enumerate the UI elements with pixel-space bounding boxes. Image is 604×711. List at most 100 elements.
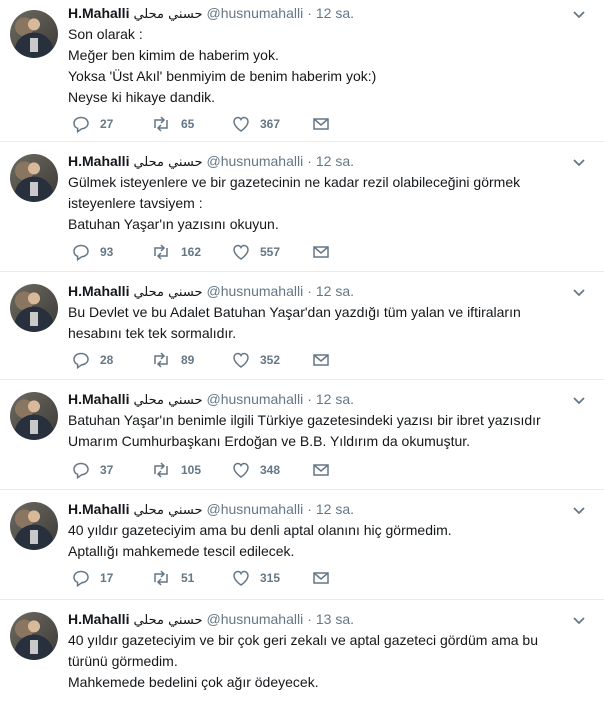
- tweet[interactable]: H.Mahalli حسني محلي @husnumahalli · 12 sa. G…: [0, 142, 604, 272]
- author-handle[interactable]: @husnumahalli: [207, 153, 304, 169]
- avatar[interactable]: [10, 10, 58, 58]
- author-name[interactable]: H.Mahalli: [68, 283, 129, 299]
- reply-icon: [73, 352, 89, 369]
- tweet[interactable]: H.Mahalli حسني محلي @husnumahalli · 12 sa. S…: [0, 0, 604, 142]
- retweet-button[interactable]: 65: [151, 114, 194, 134]
- envelope-icon: [313, 354, 329, 366]
- tweet-text: Gülmek isteyenlere ve bir gazetecinin ne…: [68, 174, 521, 232]
- retweet-button[interactable]: 51: [151, 568, 194, 588]
- chevron-down-icon[interactable]: [572, 506, 586, 516]
- author-arabic-name[interactable]: حسني محلي: [133, 7, 202, 22]
- tweet-header: H.Mahalli حسني محلي @husnumahalli · 12 sa.: [68, 390, 354, 410]
- tweet-header: H.Mahalli حسني محلي @husnumahalli · 12 sa.: [68, 282, 354, 302]
- author-arabic-name[interactable]: حسني محلي: [133, 155, 202, 170]
- author-arabic-name[interactable]: حسني محلي: [133, 503, 202, 518]
- reply-button[interactable]: 27: [72, 114, 113, 134]
- like-button[interactable]: 315: [232, 568, 280, 588]
- tweet-actions: 28 89 352: [72, 350, 372, 370]
- reply-icon: [73, 570, 89, 587]
- reply-count: 27: [100, 117, 114, 131]
- direct-message-button[interactable]: [312, 460, 330, 480]
- chevron-down-icon[interactable]: [572, 288, 586, 298]
- tweet[interactable]: H.Mahalli حسني محلي @husnumahalli · 12 sa. B…: [0, 272, 604, 380]
- retweet-count: 89: [181, 353, 195, 367]
- tweet-timestamp[interactable]: 12 sa.: [316, 501, 354, 517]
- author-arabic-name[interactable]: حسني محلي: [133, 285, 202, 300]
- author-name[interactable]: H.Mahalli: [68, 5, 129, 21]
- chevron-down-icon[interactable]: [572, 10, 586, 20]
- direct-message-button[interactable]: [312, 114, 330, 134]
- separator-dot: ·: [307, 153, 312, 169]
- author-handle[interactable]: @husnumahalli: [207, 5, 304, 21]
- separator-dot: ·: [307, 501, 312, 517]
- reply-button[interactable]: 28: [72, 350, 113, 370]
- retweet-button[interactable]: 162: [151, 242, 201, 262]
- chevron-down-icon[interactable]: [572, 396, 586, 406]
- retweet-icon: [154, 570, 168, 586]
- reply-icon: [73, 462, 89, 479]
- author-name[interactable]: H.Mahalli: [68, 611, 129, 627]
- author-handle[interactable]: @husnumahalli: [207, 283, 304, 299]
- avatar[interactable]: [10, 502, 58, 550]
- tweet-timestamp[interactable]: 12 sa.: [316, 153, 354, 169]
- tweet-timestamp[interactable]: 13 sa.: [316, 611, 354, 627]
- reply-button[interactable]: 17: [72, 568, 113, 588]
- tweet-actions: 93 162 557: [72, 242, 372, 262]
- retweet-button[interactable]: 89: [151, 350, 194, 370]
- tweet[interactable]: H.Mahalli حسني محلي @husnumahalli · 12 sa. 4…: [0, 490, 604, 600]
- tweet-timestamp[interactable]: 12 sa.: [316, 5, 354, 21]
- direct-message-button[interactable]: [312, 350, 330, 370]
- tweet-text: 40 yıldır gazeteciyim ve bir çok geri ze…: [68, 632, 539, 690]
- retweet-button[interactable]: 105: [151, 460, 201, 480]
- heart-icon: [233, 570, 249, 586]
- tweet-actions: 27 65 367: [72, 114, 372, 134]
- retweet-icon: [154, 244, 168, 260]
- heart-icon: [233, 244, 249, 260]
- author-name[interactable]: H.Mahalli: [68, 153, 129, 169]
- avatar[interactable]: [10, 392, 58, 440]
- reply-count: 37: [100, 463, 114, 477]
- envelope-icon: [313, 246, 329, 258]
- avatar[interactable]: [10, 612, 58, 660]
- like-count: 352: [260, 353, 281, 367]
- reply-count: 17: [100, 571, 114, 585]
- retweet-count: 162: [181, 245, 202, 259]
- author-handle[interactable]: @husnumahalli: [207, 611, 304, 627]
- tweet-text: Son olarak : Meğer ben kimim de haberim …: [68, 26, 377, 105]
- tweet-timestamp[interactable]: 12 sa.: [316, 391, 354, 407]
- separator-dot: ·: [307, 5, 312, 21]
- reply-count: 28: [100, 353, 114, 367]
- like-button[interactable]: 352: [232, 350, 280, 370]
- like-button[interactable]: 557: [232, 242, 280, 262]
- reply-button[interactable]: 93: [72, 242, 113, 262]
- tweet-timestamp[interactable]: 12 sa.: [316, 283, 354, 299]
- direct-message-button[interactable]: [312, 242, 330, 262]
- avatar[interactable]: [10, 154, 58, 202]
- author-arabic-name[interactable]: حسني محلي: [133, 393, 202, 408]
- chevron-down-icon[interactable]: [572, 158, 586, 168]
- tweet[interactable]: H.Mahalli حسني محلي @husnumahalli · 12 sa. B…: [0, 380, 604, 490]
- tweet-header: H.Mahalli حسني محلي @husnumahalli · 13 sa.: [68, 610, 354, 630]
- reply-icon: [73, 116, 89, 133]
- avatar[interactable]: [10, 284, 58, 332]
- heart-icon: [233, 352, 249, 368]
- retweet-count: 51: [181, 571, 195, 585]
- like-button[interactable]: 367: [232, 114, 280, 134]
- retweet-icon: [154, 116, 168, 132]
- author-name[interactable]: H.Mahalli: [68, 391, 129, 407]
- chevron-down-icon[interactable]: [572, 616, 586, 626]
- direct-message-button[interactable]: [312, 568, 330, 588]
- like-count: 367: [260, 117, 281, 131]
- author-arabic-name[interactable]: حسني محلي: [133, 613, 202, 628]
- tweet[interactable]: H.Mahalli حسني محلي @husnumahalli · 13 sa. 4…: [0, 600, 604, 711]
- like-count: 348: [260, 463, 281, 477]
- like-button[interactable]: 348: [232, 460, 280, 480]
- reply-button[interactable]: 37: [72, 460, 113, 480]
- tweet-actions: 17 51 315: [72, 568, 372, 588]
- envelope-icon: [313, 464, 329, 476]
- author-handle[interactable]: @husnumahalli: [207, 501, 304, 517]
- separator-dot: ·: [307, 283, 312, 299]
- tweet-text: 40 yıldır gazeteciyim ama bu denli aptal…: [68, 522, 452, 559]
- author-name[interactable]: H.Mahalli: [68, 501, 129, 517]
- author-handle[interactable]: @husnumahalli: [207, 391, 304, 407]
